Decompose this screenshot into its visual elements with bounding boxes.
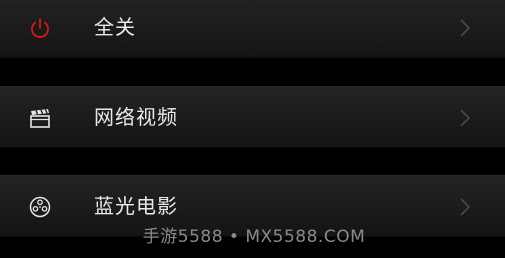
chevron-right-icon — [460, 109, 470, 127]
clapperboard-icon — [30, 109, 50, 128]
menu-screen: 全关 网络视频 蓝光电影 手游5588 • MX5588.COM — [0, 0, 505, 258]
watermark-text: 手游5588 • MX5588.COM — [142, 227, 366, 247]
film-reel-icon — [29, 196, 51, 218]
chevron-right-icon — [460, 19, 470, 37]
menu-item-all-off[interactable]: 全关 — [0, 0, 505, 58]
menu-item-label: 蓝光电影 — [94, 194, 178, 218]
menu-item-label: 网络视频 — [94, 105, 178, 129]
chevron-right-icon — [460, 198, 470, 216]
power-icon — [31, 18, 49, 38]
menu-item-online-video[interactable]: 网络视频 — [0, 86, 505, 148]
menu-item-label: 全关 — [94, 15, 136, 39]
